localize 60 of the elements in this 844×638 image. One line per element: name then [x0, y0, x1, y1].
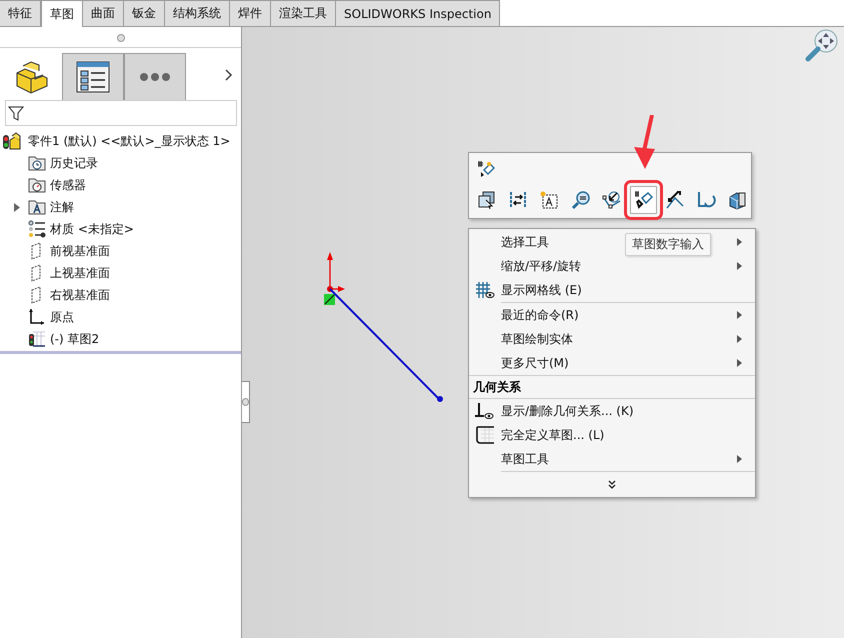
dimension-icon: [664, 190, 685, 210]
menu-item[interactable]: 显示/删除几何关系... (K): [501, 402, 634, 420]
expand-more-icon[interactable]: [608, 480, 616, 488]
text-box-icon: [539, 190, 560, 210]
ribbon-tab[interactable]: 特征: [0, 0, 41, 26]
sketch-icon: [28, 330, 46, 348]
menu-item[interactable]: 草图工具: [501, 450, 549, 468]
tree-item[interactable]: 零件1 (默认) <<默认>_显示状态 1>: [28, 132, 230, 150]
normal-view-icon: [602, 190, 622, 210]
menu-item[interactable]: 完全定义草图... (L): [501, 426, 604, 444]
chevron-right-icon[interactable]: [225, 68, 233, 80]
tree-item[interactable]: 原点: [50, 308, 74, 326]
tree-item[interactable]: 材质 <未指定>: [50, 220, 134, 238]
tree-item[interactable]: 传感器: [50, 176, 86, 194]
origin-axes-icon: [28, 308, 46, 326]
folder-clock-icon: [28, 154, 46, 172]
ribbon-tab[interactable]: 草图: [41, 0, 83, 27]
ribbon-tab[interactable]: 曲面: [83, 0, 124, 26]
perpendicular-eye-icon: [475, 402, 495, 420]
zoom-icon: [570, 190, 591, 210]
panel-handle[interactable]: [242, 381, 250, 423]
sketch-corner-icon: [475, 426, 495, 444]
ribbon-tab[interactable]: 渲染工具: [271, 0, 336, 26]
ribbon-tab[interactable]: 结构系统: [165, 0, 230, 26]
more-icon: [139, 72, 171, 82]
return-arrow-icon: [696, 190, 716, 210]
copy-cursor-icon: [476, 190, 497, 210]
property-list-icon: [76, 60, 110, 92]
menu-item[interactable]: 选择工具: [501, 234, 549, 250]
grid-eye-icon: [475, 281, 495, 299]
tree-item[interactable]: (-) 草图2: [50, 330, 100, 348]
filter-field[interactable]: [5, 100, 237, 126]
menu-item[interactable]: 草图绘制实体: [501, 330, 573, 348]
panel-tab[interactable]: [62, 52, 124, 100]
ribbon-tab[interactable]: SOLIDWORKS Inspection: [336, 0, 500, 26]
filter-icon: [8, 105, 24, 121]
folder-letter-icon: [28, 198, 46, 216]
ribbon-tab[interactable]: 焊件: [230, 0, 271, 26]
tree-item[interactable]: 上视基准面: [50, 264, 110, 282]
grip-dot[interactable]: [116, 34, 124, 42]
folder-gauge-icon: [28, 176, 46, 194]
graphics-area[interactable]: 选择工具 缩放/平移/旋转 显示网格线 (E) 最近的命令(R) 草图绘制实体 更多尺寸(M) 几何关系 显示/删除几何关系... (K) 完全定义草图... (L) 草图工具 草图数字输入: [242, 27, 844, 638]
numeric-input-icon: [633, 190, 654, 210]
menu-item[interactable]: 最近的命令(R): [501, 306, 579, 324]
menu-section-header: 几何关系: [473, 378, 521, 396]
menu-item[interactable]: 显示网格线 (E): [501, 282, 582, 298]
tooltip: 草图数字输入: [625, 233, 711, 256]
swap-arrows-icon: [508, 190, 528, 210]
view-cube-icon: [727, 190, 748, 210]
tree-item[interactable]: 历史记录: [50, 154, 98, 172]
material-icon: [28, 220, 46, 238]
sketch-tool-icon[interactable]: [477, 160, 495, 178]
menu-item[interactable]: 更多尺寸(M): [501, 354, 569, 372]
tree-item[interactable]: 注解: [50, 198, 74, 216]
view-orientation-icon[interactable]: [804, 27, 840, 63]
ribbon-tab[interactable]: 钣金: [124, 0, 165, 26]
menu-item[interactable]: 缩放/平移/旋转: [501, 258, 582, 274]
tree-item[interactable]: 右视基准面: [50, 286, 110, 304]
expand-arrow-icon[interactable]: [14, 202, 20, 212]
tree-item[interactable]: 前视基准面: [50, 242, 110, 260]
